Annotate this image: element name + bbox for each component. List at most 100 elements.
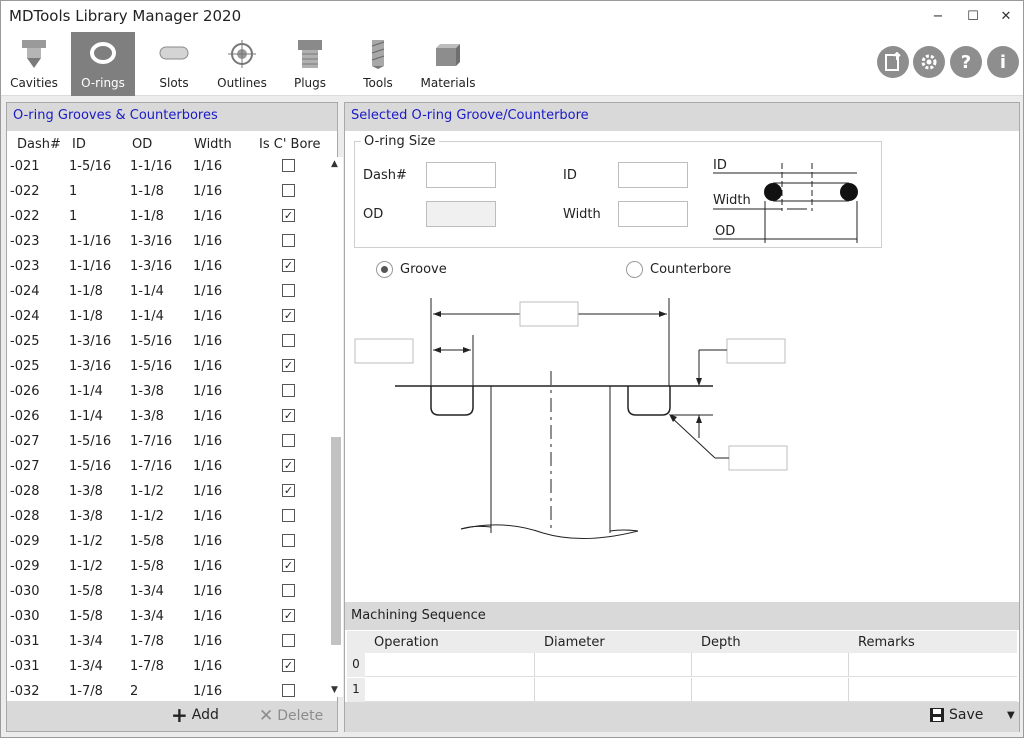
list-item[interactable]: -022 1 1-1/8 1/16 [7,180,327,205]
delete-button[interactable]: ✕ Delete [259,706,323,726]
scrollbar-thumb[interactable] [331,437,341,645]
list-item[interactable]: -030 1-5/8 1-3/4 1/16 ✓ [7,605,327,630]
list-item[interactable]: -026 1-1/4 1-3/8 1/16 ✓ [7,405,327,430]
col-dash[interactable]: Dash# [17,137,61,152]
groove-diameter-field[interactable] [519,301,579,327]
save-button[interactable]: Save [929,707,983,723]
save-dropdown-icon[interactable]: ▼ [1007,710,1015,721]
cell-dash: -023 [10,234,40,249]
col-od[interactable]: OD [132,137,152,152]
help-button[interactable]: ? [950,46,982,78]
oring-list-scrollbar[interactable]: ▲ ▼ [329,157,343,697]
cbore-checkbox[interactable]: ✓ [282,484,295,497]
cbore-checkbox[interactable]: ✓ [282,459,295,472]
list-item[interactable]: -022 1 1-1/8 1/16 ✓ [7,205,327,230]
tab-cavities[interactable]: Cavities [5,32,63,96]
list-item[interactable]: -021 1-5/16 1-1/16 1/16 [7,157,327,180]
cell-id: 1-1/16 [69,234,112,249]
import-button[interactable] [877,46,909,78]
tab-tools[interactable]: Tools [353,32,403,96]
tab-slots[interactable]: Slots [146,32,202,96]
maximize-button[interactable]: ☐ [956,1,990,32]
width-field[interactable] [618,201,688,227]
window-title: MDTools Library Manager 2020 [9,7,242,25]
cell-dash: -022 [10,184,40,199]
col-diameter[interactable]: Diameter [544,635,605,650]
cbore-checkbox[interactable]: ✓ [282,309,295,322]
groove-depth-field[interactable] [726,338,786,364]
col-id[interactable]: ID [72,137,86,152]
col-is-cbore[interactable]: Is C' Bore [259,137,320,152]
cbore-checkbox[interactable] [282,509,295,522]
cbore-checkbox[interactable] [282,284,295,297]
cbore-checkbox[interactable] [282,384,295,397]
tab-outlines[interactable]: Outlines [213,32,271,96]
list-item[interactable]: -029 1-1/2 1-5/8 1/16 ✓ [7,555,327,580]
cell-od: 1-3/16 [130,259,173,274]
list-item[interactable]: -031 1-3/4 1-7/8 1/16 ✓ [7,655,327,680]
list-item[interactable]: -029 1-1/2 1-5/8 1/16 [7,530,327,555]
cell-od: 1-1/2 [130,484,164,499]
machining-row[interactable]: 1 [347,678,1017,702]
tab-cavities-label: Cavities [10,76,58,90]
cbore-checkbox[interactable] [282,534,295,547]
cell-divider [848,678,849,702]
groove-width-field[interactable] [354,338,414,364]
list-item[interactable]: -024 1-1/8 1-1/4 1/16 ✓ [7,305,327,330]
list-item[interactable]: -025 1-3/16 1-5/16 1/16 [7,330,327,355]
cbore-checkbox[interactable] [282,334,295,347]
od-field[interactable] [426,201,496,227]
info-button[interactable]: i [987,46,1019,78]
counterbore-radio[interactable] [626,261,643,278]
list-item[interactable]: -023 1-1/16 1-3/16 1/16 ✓ [7,255,327,280]
add-button[interactable]: + Add [171,705,219,725]
groove-radio[interactable] [376,261,393,278]
cell-od: 1-1/4 [130,284,164,299]
col-depth[interactable]: Depth [701,635,741,650]
id-field[interactable] [618,162,688,188]
minimize-button[interactable]: − [921,1,955,32]
row-index: 1 [347,678,365,702]
tab-materials[interactable]: Materials [419,32,477,96]
list-item[interactable]: -024 1-1/8 1-1/4 1/16 [7,280,327,305]
cbore-checkbox[interactable] [282,584,295,597]
list-item[interactable]: -027 1-5/16 1-7/16 1/16 ✓ [7,455,327,480]
cbore-checkbox[interactable]: ✓ [282,409,295,422]
settings-button[interactable] [913,46,945,78]
cbore-checkbox[interactable] [282,434,295,447]
list-item[interactable]: -026 1-1/4 1-3/8 1/16 [7,380,327,405]
list-item[interactable]: -030 1-5/8 1-3/4 1/16 [7,580,327,605]
cbore-checkbox[interactable] [282,684,295,697]
list-item[interactable]: -023 1-1/16 1-3/16 1/16 [7,230,327,255]
list-item[interactable]: -028 1-3/8 1-1/2 1/16 ✓ [7,480,327,505]
tab-orings[interactable]: O-rings [71,32,135,96]
col-remarks[interactable]: Remarks [858,635,915,650]
cbore-checkbox[interactable]: ✓ [282,209,295,222]
cbore-checkbox[interactable]: ✓ [282,259,295,272]
cbore-checkbox[interactable] [282,634,295,647]
col-operation[interactable]: Operation [374,635,439,650]
cbore-checkbox[interactable] [282,159,295,172]
cbore-checkbox[interactable] [282,234,295,247]
cell-id: 1-3/16 [69,359,112,374]
cbore-checkbox[interactable]: ✓ [282,659,295,672]
groove-radius-field[interactable] [728,445,788,471]
cbore-checkbox[interactable] [282,184,295,197]
scroll-down-icon[interactable]: ▼ [331,685,338,695]
machining-row[interactable]: 0 [347,653,1017,677]
cbore-checkbox[interactable]: ✓ [282,609,295,622]
scroll-up-icon[interactable]: ▲ [331,159,338,169]
cell-width: 1/16 [193,359,223,374]
close-button[interactable]: ✕ [989,1,1023,32]
col-width[interactable]: Width [194,137,232,152]
list-item[interactable]: -027 1-5/16 1-7/16 1/16 [7,430,327,455]
tab-plugs[interactable]: Plugs [283,32,337,96]
cell-divider [848,653,849,677]
list-item[interactable]: -025 1-3/16 1-5/16 1/16 ✓ [7,355,327,380]
cbore-checkbox[interactable]: ✓ [282,359,295,372]
list-item[interactable]: -032 1-7/8 2 1/16 [7,680,327,697]
cbore-checkbox[interactable]: ✓ [282,559,295,572]
list-item[interactable]: -028 1-3/8 1-1/2 1/16 [7,505,327,530]
list-item[interactable]: -031 1-3/4 1-7/8 1/16 [7,630,327,655]
dash-field[interactable] [426,162,496,188]
